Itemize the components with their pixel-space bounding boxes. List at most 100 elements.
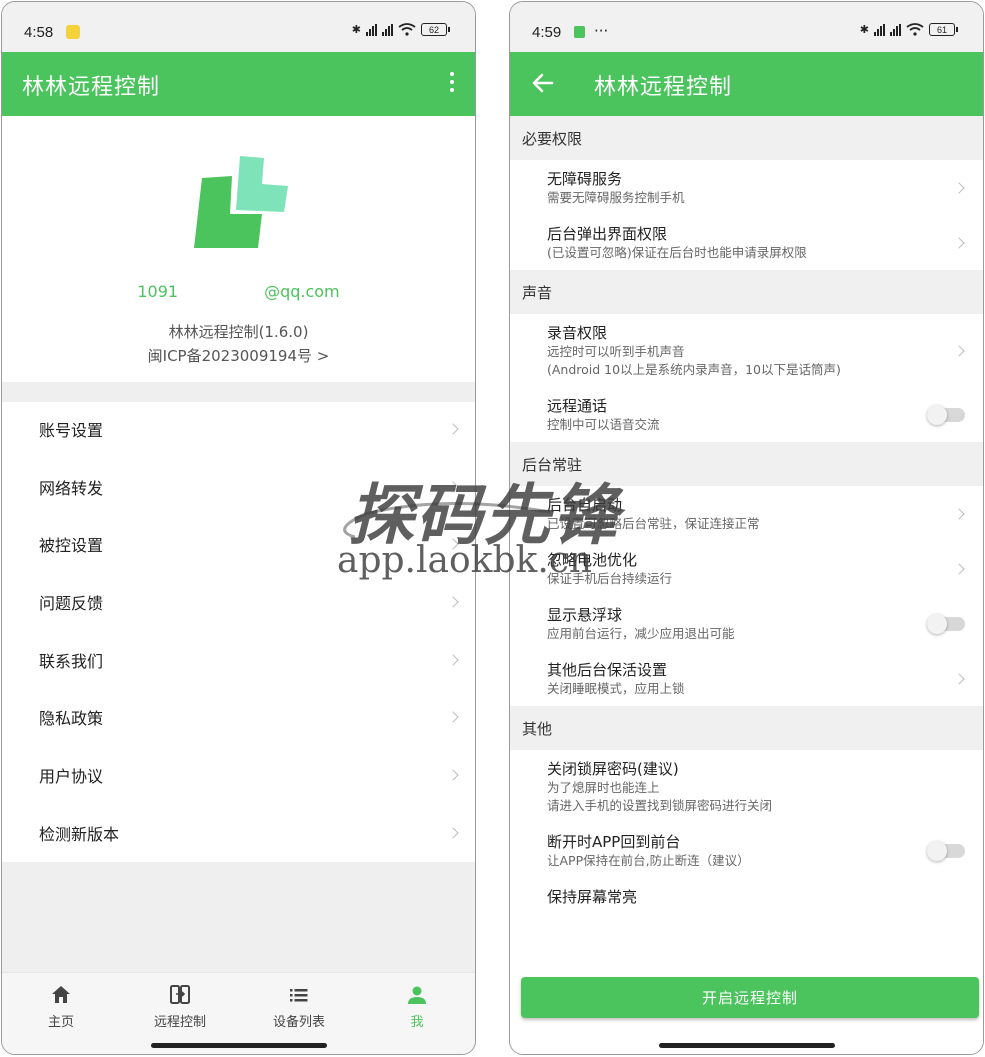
battery-icon: 61 (929, 23, 958, 36)
nav-tab-label: 设备列表 (272, 1015, 325, 1030)
chevron-right-icon (447, 480, 459, 493)
more-menu-icon[interactable] (449, 72, 455, 92)
signal-icon (874, 23, 885, 36)
setting-subtitle: (Android 10以上是系统内录声音，10以下是话筒声) (547, 362, 841, 377)
menu-item-user-agreement[interactable]: 用户协议 (2, 746, 475, 804)
menu-item-label: 用户协议 (39, 766, 104, 786)
home-indicator[interactable] (658, 1043, 835, 1048)
setting-subtitle: 让APP保持在前台,防止断连（建议） (547, 853, 750, 868)
setting-row[interactable]: 录音权限远控时可以听到手机声音 (Android 10以上是系统内录声音，10以下… (510, 314, 983, 387)
setting-row[interactable]: 后台弹出界面权限 (已设置可忽略)保证在后台时也能申请录屏权限 (510, 215, 983, 270)
toggle-switch[interactable] (927, 613, 965, 634)
menu-item-check-update[interactable]: 检测新版本 (2, 804, 475, 862)
setting-row[interactable]: 无障碍服务需要无障碍服务控制手机 (510, 160, 983, 215)
menu-item-controlled-settings[interactable]: 被控设置 (2, 515, 475, 573)
setting-title: 断开时APP回到前台 (547, 833, 681, 851)
chevron-right-icon (953, 236, 965, 249)
menu-item-label: 隐私政策 (39, 709, 104, 729)
icp-link[interactable]: 闽ICP备2023009194号 > (2, 345, 475, 366)
setting-row[interactable]: 断开时APP回到前台让APP保持在前台,防止断连（建议） (510, 823, 983, 878)
menu-item-feedback[interactable]: 问题反馈 (2, 573, 475, 631)
signal-icon-2 (382, 23, 393, 36)
wifi-icon (398, 23, 416, 36)
setting-subtitle: 需要无障碍服务控制手机 (547, 190, 685, 205)
status-time: 4:59 (532, 24, 562, 41)
chevron-right-icon (447, 653, 459, 666)
chevron-right-icon (953, 344, 965, 357)
nav-tab-remote-control[interactable]: 远程控制 (130, 983, 230, 1030)
setting-title: 后台弹出界面权限 (547, 225, 668, 243)
setting-row[interactable]: 远程通话 控制中可以语音交流 (510, 387, 983, 442)
app-title: 林林远程控制 (22, 75, 161, 100)
setting-subtitle: 远控时可以听到手机声音 (547, 344, 685, 359)
setting-title: 保持屏幕常亮 (547, 888, 638, 906)
settings-menu: 账号设置 网络转发 被控设置 问题反馈 联系我们 隐私政策 用户协议 检测新版本 (2, 400, 475, 862)
setting-row[interactable]: 其他后台保活设置 关闭睡眠模式，应用上锁 (510, 651, 983, 706)
chevron-right-icon (447, 711, 459, 723)
menu-item-account-settings[interactable]: 账号设置 (2, 400, 475, 458)
setting-title: 无障碍服务 (547, 170, 623, 188)
status-bar: 4:58 ✱ 62 (2, 2, 475, 52)
divider-band (2, 382, 475, 402)
setting-row[interactable]: 后台自启动已设置可忽略后台常驻，保证连接正常 (510, 486, 983, 541)
menu-item-label: 联系我们 (39, 651, 104, 671)
app-bar: 林林远程控制 (2, 52, 475, 116)
setting-title: 后台自启动 (547, 496, 623, 514)
setting-title: 关闭锁屏密码(建议) (547, 760, 679, 778)
setting-row[interactable]: 忽略电池优化 保证手机后台持续运行 (510, 541, 983, 596)
setting-row[interactable]: 关闭锁屏密码(建议) 为了熄屏时也能连上 请进入手机的设置找到锁屏密码进行关闭 (510, 750, 983, 823)
setting-subtitle: 应用前台运行，减少应用退出可能 (547, 626, 735, 641)
home-indicator[interactable] (150, 1043, 327, 1048)
chevron-right-icon (447, 596, 459, 608)
bluetooth-icon: ✱ (859, 23, 869, 36)
profile-card: 1091 @qq.com 林林远程控制(1.6.0) 闽ICP备202300919… (2, 116, 475, 382)
menu-item-label: 问题反馈 (39, 593, 104, 613)
setting-row[interactable]: 显示悬浮球 应用前台运行，减少应用退出可能 (510, 596, 983, 651)
app-notification-icon (574, 26, 585, 38)
chevron-right-icon (447, 423, 459, 435)
status-time: 4:58 (24, 24, 54, 41)
chevron-right-icon (447, 769, 459, 781)
bottom-navigation: 主页 远程控制 设备列表 我 (2, 972, 475, 1054)
nav-tab-me[interactable]: 我 (367, 983, 467, 1030)
status-bar: 4:59 ··· ✱ 61 (510, 2, 983, 52)
cta-area: 开启远程控制 (510, 961, 983, 1054)
back-arrow-icon[interactable] (530, 70, 556, 96)
menu-item-label: 账号设置 (39, 420, 104, 440)
nav-tab-home[interactable]: 主页 (11, 983, 111, 1030)
setting-title: 录音权限 (547, 324, 608, 342)
signal-icon-2 (890, 23, 901, 36)
nav-tab-device-list[interactable]: 设备列表 (249, 983, 349, 1030)
home-icon (52, 986, 70, 1003)
toggle-switch[interactable] (927, 404, 965, 425)
email-redaction (178, 285, 265, 300)
setting-title: 忽略电池优化 (547, 551, 638, 569)
wifi-icon (906, 23, 924, 36)
section-header: 必要权限 (510, 116, 983, 160)
setting-title: 远程通话 (547, 397, 608, 415)
app-version: 林林远程控制(1.6.0) (168, 323, 309, 341)
toggle-switch[interactable] (927, 840, 965, 861)
person-icon (408, 986, 426, 1004)
account-email: 1091 @qq.com (2, 282, 475, 301)
chevron-right-icon (953, 562, 965, 575)
chevron-right-icon (953, 507, 965, 520)
more-notifications-icon: ··· (594, 22, 609, 40)
status-icons: ✱ 62 (352, 23, 450, 36)
setting-subtitle: 已设置可忽略后台常驻，保证连接正常 (547, 516, 760, 531)
permission-settings-list: 必要权限无障碍服务需要无障碍服务控制手机 后台弹出界面权限 (已设置可忽略)保证在后… (510, 116, 983, 961)
start-remote-control-button[interactable]: 开启远程控制 (521, 977, 979, 1018)
setting-subtitle: 为了熄屏时也能连上 (547, 780, 660, 795)
setting-subtitle: (已设置可忽略)保证在后台时也能申请录屏权限 (547, 245, 807, 260)
menu-item-label: 网络转发 (39, 478, 104, 498)
status-icons: ✱ 61 (859, 23, 958, 36)
signal-icon (366, 23, 377, 36)
nav-tab-label: 我 (410, 1015, 424, 1030)
menu-item-label: 被控设置 (39, 536, 104, 556)
menu-item-label: 检测新版本 (39, 824, 120, 844)
menu-item-privacy-policy[interactable]: 隐私政策 (2, 688, 475, 746)
nav-tab-label: 远程控制 (153, 1015, 206, 1030)
menu-item-contact-us[interactable]: 联系我们 (2, 631, 475, 689)
setting-row[interactable]: 保持屏幕常亮 (510, 878, 983, 915)
menu-item-network-forwarding[interactable]: 网络转发 (2, 458, 475, 516)
